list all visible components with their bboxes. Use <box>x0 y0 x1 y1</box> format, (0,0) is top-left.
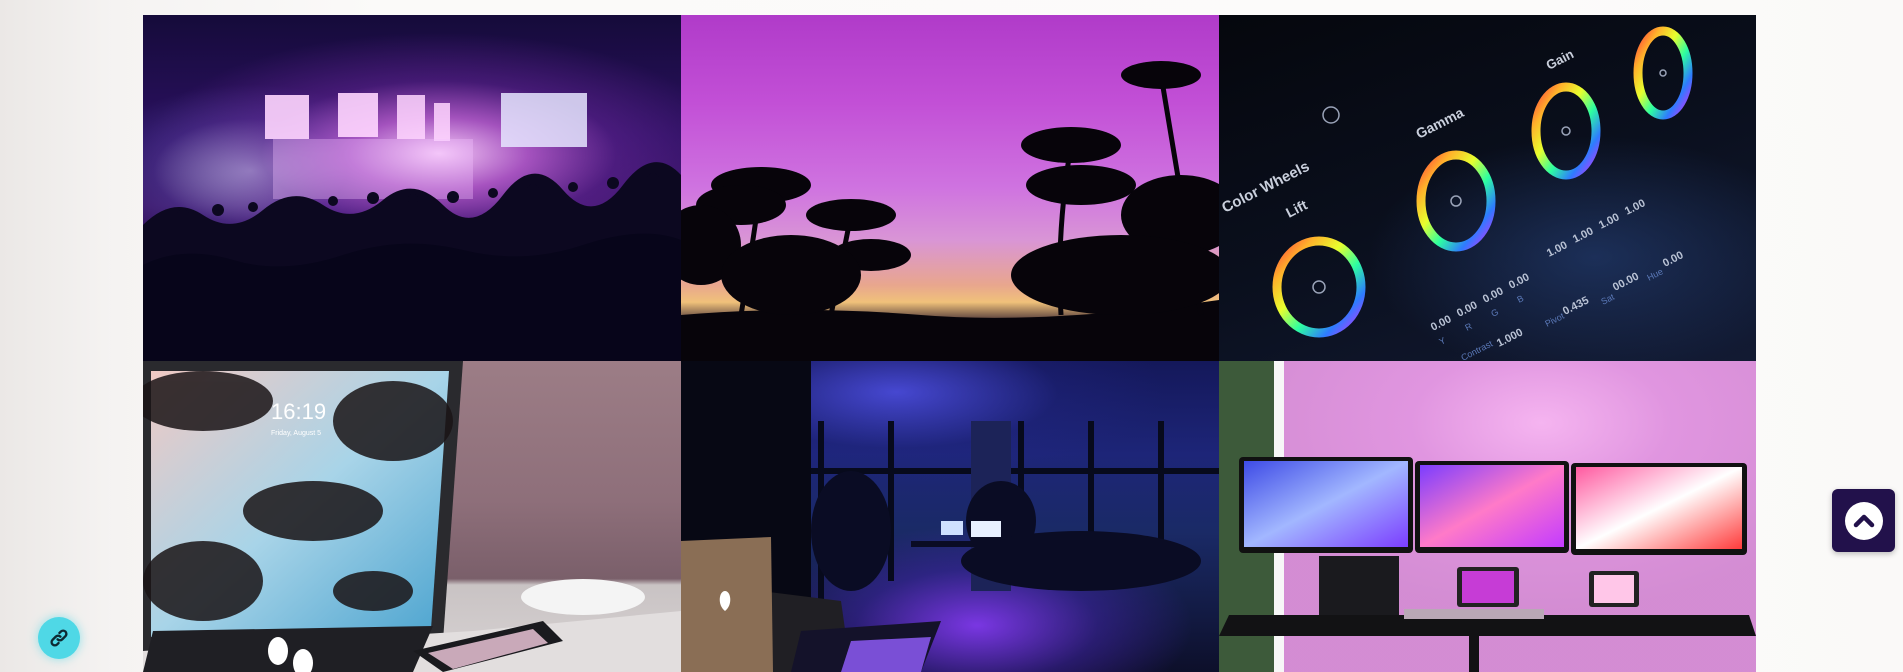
tablet-desk-photo: 16:19 Friday, August 5 <box>143 361 681 672</box>
hue-label: Hue <box>1645 266 1664 282</box>
gain-value-r: 1.00 <box>1571 225 1596 245</box>
chevron-up-icon <box>1853 514 1874 527</box>
lift-value-r: 0.00 <box>1455 299 1480 319</box>
pivot-label: Pivot <box>1543 311 1566 329</box>
image-gallery: Color Wheels Lift Gamma Gain 0.00 0.00 0… <box>143 15 1756 672</box>
gain-label: Gain <box>1544 46 1577 73</box>
channel-letter-y: Y <box>1437 335 1447 347</box>
gallery-image-monitors[interactable] <box>1219 361 1756 672</box>
tablet-date: Friday, August 5 <box>271 430 321 437</box>
link-icon <box>50 629 68 647</box>
lift-value-b: 0.00 <box>1507 271 1532 291</box>
gain-value-y: 1.00 <box>1545 239 1570 259</box>
color-wheels-photo: Color Wheels Lift Gamma Gain 0.00 0.00 0… <box>1219 26 1693 361</box>
lift-label: Lift <box>1283 196 1310 220</box>
channel-letter-r: R <box>1463 321 1474 333</box>
sat-label: Sat <box>1599 292 1616 307</box>
sat-value: 00.00 <box>1611 270 1641 293</box>
night-office-photo <box>681 361 1219 672</box>
sunset-palms-photo <box>681 61 1219 361</box>
gamma-label: Gamma <box>1413 104 1466 142</box>
page: Color Wheels Lift Gamma Gain 0.00 0.00 0… <box>0 0 1903 672</box>
gallery-image-sunset[interactable] <box>681 15 1219 361</box>
lift-value-g: 0.00 <box>1481 285 1506 305</box>
gallery-image-concert[interactable] <box>143 15 681 361</box>
tablet-clock: 16:19 <box>271 399 326 424</box>
channel-letter-b: B <box>1515 293 1525 305</box>
concert-photo <box>143 93 681 361</box>
gain-value-b: 1.00 <box>1623 197 1648 217</box>
channel-letter-g: G <box>1489 307 1500 319</box>
pivot-value: 0.435 <box>1561 294 1591 317</box>
back-to-top-circle <box>1844 501 1883 540</box>
gallery-image-color-wheels[interactable]: Color Wheels Lift Gamma Gain 0.00 0.00 0… <box>1219 15 1756 361</box>
back-to-top-button[interactable] <box>1832 489 1895 552</box>
gallery-image-tablet[interactable]: 16:19 Friday, August 5 <box>143 361 681 672</box>
triple-monitor-photo <box>1219 361 1756 672</box>
gain-value-g: 1.00 <box>1597 211 1622 231</box>
gallery-image-office[interactable] <box>681 361 1219 672</box>
contrast-label: Contrast <box>1459 338 1494 361</box>
contrast-value: 1.000 <box>1495 326 1525 349</box>
lift-value-y: 0.00 <box>1429 313 1454 333</box>
copy-link-button[interactable] <box>38 617 80 659</box>
hue-value: 0.00 <box>1661 249 1686 269</box>
